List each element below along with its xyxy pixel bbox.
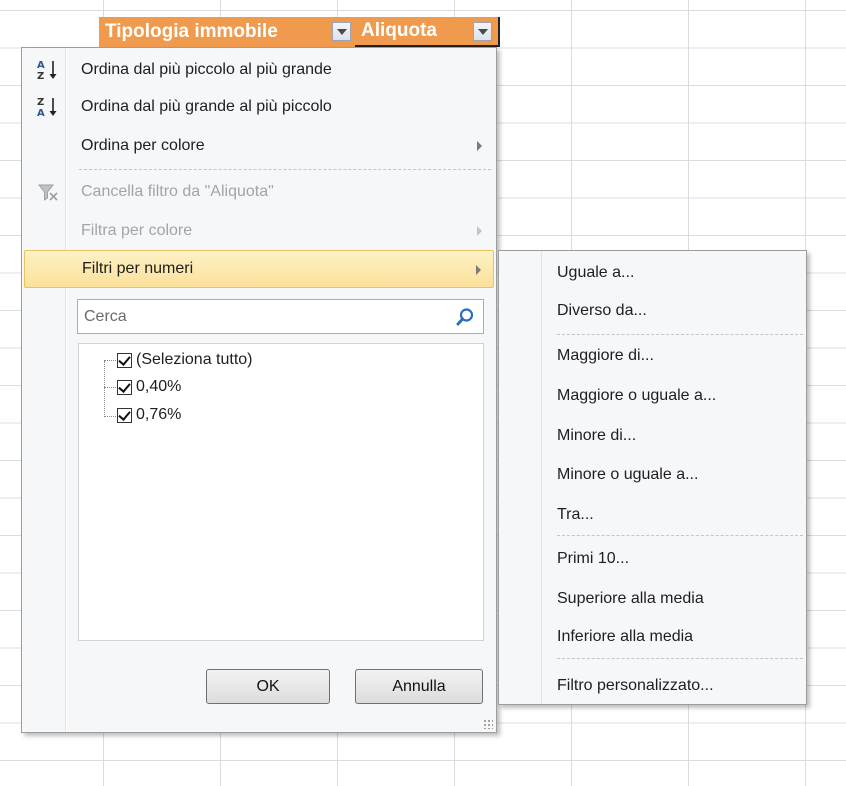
filter-equal-item[interactable]: Uguale a... xyxy=(557,262,634,284)
resize-grip-icon[interactable] xyxy=(483,719,493,729)
filter-not-equal-item[interactable]: Diverso da... xyxy=(557,300,647,322)
search-placeholder: Cerca xyxy=(84,307,127,325)
filter-dropdown-button-active[interactable] xyxy=(473,22,492,41)
submenu-separator xyxy=(557,334,803,335)
autofilter-menu: A Z Ordina dal più piccolo al più grande… xyxy=(21,47,497,733)
filter-by-color-item: Filtra per colore xyxy=(24,212,494,250)
filter-above-average-label: Superiore alla media xyxy=(557,590,704,607)
number-filters-item[interactable]: Filtri per numeri xyxy=(24,250,494,288)
submenu-arrow-icon xyxy=(477,141,482,151)
tree-item-label: 0,76% xyxy=(136,406,182,423)
svg-text:Z: Z xyxy=(37,97,44,108)
dropdown-arrow-icon xyxy=(477,28,488,35)
checkbox-checked[interactable] xyxy=(117,407,132,423)
sort-descending-label: Ordina dal più grande al più piccolo xyxy=(81,98,332,115)
checkbox-checked[interactable] xyxy=(117,352,132,368)
checkbox-checked[interactable] xyxy=(117,379,132,395)
header-cell-tipologia-label: Tipologia immobile xyxy=(105,21,278,42)
clear-filter-icon xyxy=(36,180,60,204)
filter-less-label: Minore di... xyxy=(557,427,637,444)
tree-item-value[interactable]: 0,76% xyxy=(117,404,181,426)
filter-custom-item[interactable]: Filtro personalizzato... xyxy=(557,675,714,697)
sort-by-color-item[interactable]: Ordina per colore xyxy=(24,127,494,165)
filter-dropdown-button[interactable] xyxy=(332,22,351,41)
cancel-button-label: Annulla xyxy=(392,677,446,695)
filter-above-average-item[interactable]: Superiore alla media xyxy=(557,588,704,610)
filter-below-average-item[interactable]: Inferiore alla media xyxy=(557,626,693,648)
filter-top10-item[interactable]: Primi 10... xyxy=(557,548,629,570)
menu-separator xyxy=(79,169,491,170)
number-filters-label: Filtri per numeri xyxy=(82,260,194,277)
dropdown-arrow-icon xyxy=(336,28,347,35)
filter-below-average-label: Inferiore alla media xyxy=(557,628,694,645)
clear-filter-item: Cancella filtro da "Aliquota" xyxy=(24,173,494,211)
submenu-arrow-icon xyxy=(477,226,482,236)
filter-not-equal-label: Diverso da... xyxy=(557,302,647,319)
svg-text:A: A xyxy=(37,60,45,71)
ok-button[interactable]: OK xyxy=(206,669,330,704)
tree-item-label: (Seleziona tutto) xyxy=(136,351,253,368)
clear-filter-label: Cancella filtro da "Aliquota" xyxy=(81,183,274,200)
filter-greater-equal-label: Maggiore o uguale a... xyxy=(557,387,717,404)
value-tree-list: (Seleziona tutto) 0,40% 0,76% xyxy=(78,343,484,641)
tree-connector xyxy=(104,361,105,417)
header-cell-aliquota-label: Aliquota xyxy=(361,20,437,41)
filter-between-label: Tra... xyxy=(557,506,594,523)
tree-connector xyxy=(104,387,116,388)
filter-less-equal-label: Minore o uguale a... xyxy=(557,466,699,483)
submenu-arrow-icon xyxy=(476,265,481,275)
header-cell-aliquota[interactable]: Aliquota xyxy=(355,17,500,47)
sort-ascending-label: Ordina dal più piccolo al più grande xyxy=(81,61,332,78)
filter-equal-label: Uguale a... xyxy=(557,264,635,281)
filter-greater-item[interactable]: Maggiore di... xyxy=(557,345,654,367)
tree-item-value[interactable]: 0,40% xyxy=(117,376,181,398)
filter-custom-label: Filtro personalizzato... xyxy=(557,677,714,694)
sort-by-color-label: Ordina per colore xyxy=(81,137,205,154)
sort-descending-item[interactable]: Z A Ordina dal più grande al più piccolo xyxy=(24,88,494,126)
search-icon[interactable] xyxy=(455,307,475,327)
filter-less-item[interactable]: Minore di... xyxy=(557,425,636,447)
tree-connector xyxy=(104,416,116,417)
submenu-separator xyxy=(557,535,803,536)
svg-text:Z: Z xyxy=(37,71,44,82)
filter-less-equal-item[interactable]: Minore o uguale a... xyxy=(557,464,698,486)
filter-between-item[interactable]: Tra... xyxy=(557,504,594,526)
filter-greater-equal-item[interactable]: Maggiore o uguale a... xyxy=(557,385,716,407)
tree-item-label: 0,40% xyxy=(136,378,182,395)
sort-ascending-item[interactable]: A Z Ordina dal più piccolo al più grande xyxy=(24,51,494,89)
submenu-separator xyxy=(557,658,803,659)
filter-top10-label: Primi 10... xyxy=(557,550,630,567)
filter-by-color-label: Filtra per colore xyxy=(81,222,193,239)
filter-greater-label: Maggiore di... xyxy=(557,347,654,364)
cancel-button[interactable]: Annulla xyxy=(355,669,483,704)
header-cell-tipologia[interactable]: Tipologia immobile xyxy=(99,17,355,47)
svg-text:A: A xyxy=(37,108,45,119)
number-filters-submenu: Uguale a... Diverso da... Maggiore di...… xyxy=(498,250,807,705)
tree-item-select-all[interactable]: (Seleziona tutto) xyxy=(117,349,253,371)
sort-ascending-icon: A Z xyxy=(36,58,60,82)
sort-descending-icon: Z A xyxy=(36,95,60,119)
search-input[interactable]: Cerca xyxy=(77,299,484,334)
submenu-icon-gutter xyxy=(499,251,542,704)
tree-connector xyxy=(104,360,116,361)
ok-button-label: OK xyxy=(256,677,280,695)
